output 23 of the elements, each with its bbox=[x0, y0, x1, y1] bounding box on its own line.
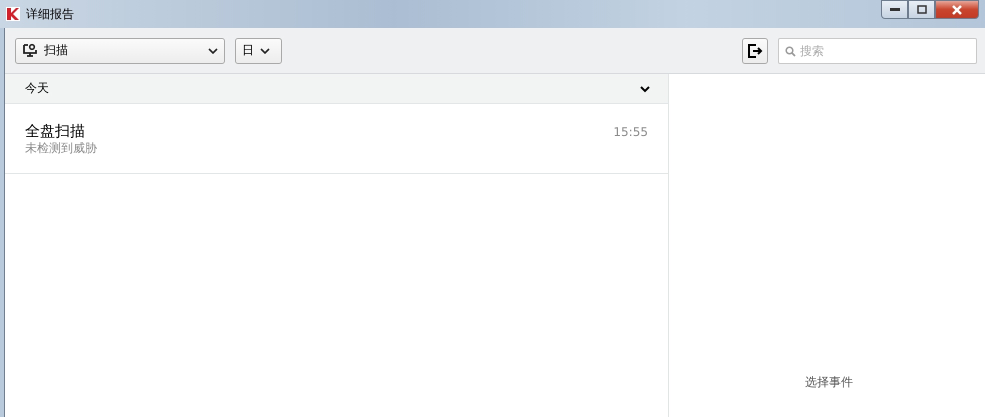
category-dropdown[interactable]: 扫描 bbox=[15, 38, 225, 64]
exit-arrow-icon bbox=[747, 44, 763, 58]
event-time: 15:55 bbox=[613, 125, 648, 139]
window-title: 详细报告 bbox=[26, 6, 75, 22]
close-icon bbox=[951, 4, 963, 14]
app-logo-icon bbox=[6, 7, 20, 21]
chevron-down-icon bbox=[208, 48, 218, 54]
chevron-down-icon bbox=[260, 48, 270, 54]
close-button[interactable] bbox=[935, 0, 979, 19]
minimize-button[interactable] bbox=[881, 0, 908, 19]
search-icon bbox=[785, 46, 796, 56]
event-result: 未检测到威胁 bbox=[25, 141, 97, 156]
event-title: 全盘扫描 bbox=[25, 121, 85, 141]
search-field[interactable]: 搜索 bbox=[778, 38, 977, 64]
monitor-icon bbox=[22, 43, 38, 58]
maximize-button[interactable] bbox=[908, 0, 935, 19]
maximize-icon bbox=[916, 5, 926, 14]
period-dropdown[interactable]: 日 bbox=[235, 38, 282, 64]
group-header[interactable]: 今天 bbox=[5, 74, 668, 104]
detail-hint: 选择事件 bbox=[805, 374, 853, 391]
minimize-icon bbox=[890, 8, 900, 12]
export-button[interactable] bbox=[742, 38, 768, 64]
group-label: 今天 bbox=[25, 80, 50, 97]
